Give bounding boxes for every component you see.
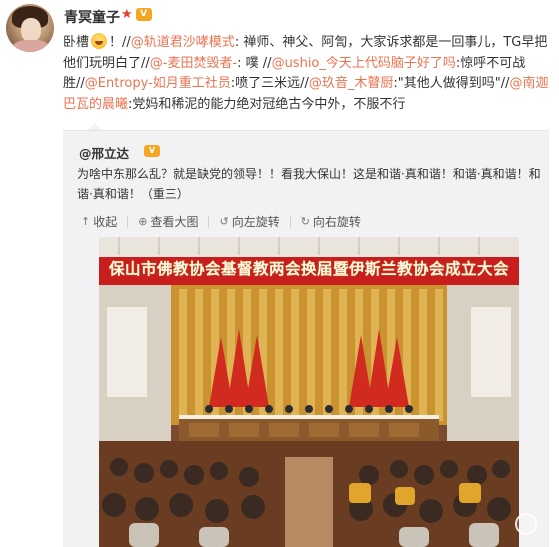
repost-text: 为啥中东那么乱？就是缺党的领导！！看我大保山！这是和谐·真和谐！和谐·真和谐！和… (77, 167, 541, 201)
view-large-button[interactable]: ⊕ 查看大图 (136, 213, 200, 230)
rotate-right-icon: ↻ (300, 215, 310, 228)
weibo-watermark-icon (515, 513, 537, 535)
rotate-left-icon: ↺ (219, 215, 229, 228)
post-text-segment: 卧槽 (63, 35, 90, 50)
post-text-segment: ！ (109, 35, 123, 50)
collapse-label: 收起 (93, 215, 118, 229)
avatar-body (12, 40, 50, 52)
conference-hall-illustration (99, 237, 519, 547)
repost-author[interactable]: @邢立达 (79, 143, 129, 162)
post-text: 卧槽 ！//@轨道君沙哮模式: 禅师、神父、阿訇，大家诉求都是一回事儿，TG早把他… (63, 33, 549, 112)
toolbar-divider (208, 215, 210, 228)
post-photo[interactable]: 保山市佛教协会基督教两会换届暨伊斯兰教协会成立大会 (99, 237, 519, 547)
post-username[interactable]: 青冥童子 (64, 7, 120, 27)
post-text-segment: : 噗 // (237, 55, 272, 71)
collapse-button[interactable]: ↑ 收起 (79, 213, 119, 230)
post-text-segment: :"其他人做得到吗"// (393, 76, 510, 91)
rotate-left-label: 向左旋转 (231, 215, 280, 229)
laugh-emoji-icon (91, 33, 108, 49)
weibo-post: 青冥童子 ★ V 卧槽 ！//@轨道君沙哮模式: 禅师、神父、阿訇，大家诉求都是一… (0, 0, 559, 547)
rotate-right-button[interactable]: ↻ 向右旋转 (299, 213, 363, 230)
mention-link[interactable]: @轨道君沙哮模式 (131, 35, 235, 50)
user-avatar[interactable] (6, 4, 54, 52)
toolbar-divider (289, 215, 291, 228)
rotate-left-button[interactable]: ↺ 向左旋转 (217, 213, 281, 230)
mention-link[interactable]: @Entropy-如月重工社员 (85, 76, 231, 91)
post-text-segment: :党妈和稀泥的能力绝对冠绝古今中外，不服不行 (128, 96, 406, 112)
rotate-right-label: 向右旋转 (312, 215, 361, 229)
mention-link[interactable]: @ushio_今天上代码脑子好了吗 (272, 56, 456, 71)
repost-vip-badge-icon[interactable]: V (144, 145, 160, 157)
view-large-label: 查看大图 (150, 215, 199, 229)
collapse-icon: ↑ (81, 215, 91, 228)
vip-badge-icon[interactable]: V (135, 8, 152, 21)
toolbar-divider (127, 215, 129, 228)
magnify-icon: ⊕ (138, 215, 148, 228)
user-badges: ★ V (121, 8, 152, 21)
photo-banner-text: 保山市佛教协会基督教两会换届暨伊斯兰教协会成立大会 (108, 260, 509, 278)
star-badge-icon: ★ (121, 7, 133, 22)
repost-caret (88, 123, 102, 130)
post-text-segment: :喷了三米远// (230, 76, 309, 91)
image-toolbar: ↑ 收起 ⊕ 查看大图 ↺ 向左旋转 ↻ 向右旋转 (79, 213, 363, 230)
avatar-face (21, 18, 41, 42)
mention-link[interactable]: @-麦田焚毁者- (150, 56, 237, 71)
mention-link[interactable]: @玖音_木瞽厨 (309, 76, 394, 91)
